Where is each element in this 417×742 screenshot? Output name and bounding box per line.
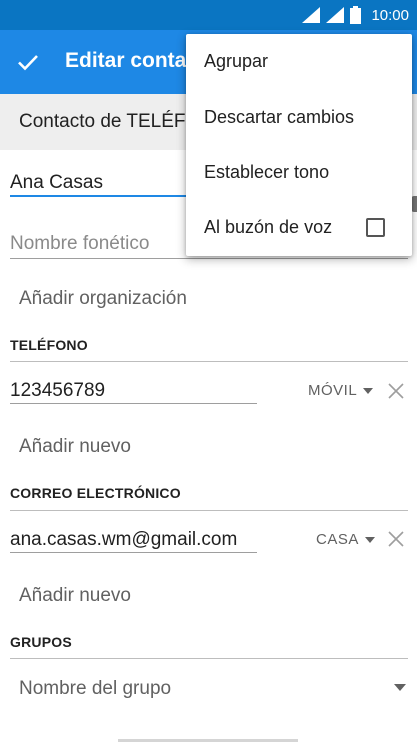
phone-number-field[interactable]: 123456789 [10,380,105,402]
menu-item-label: Establecer tono [204,162,330,182]
add-email-button[interactable]: Añadir nuevo [19,585,131,607]
menu-item-set-ringtone[interactable]: Establecer tono [186,145,412,201]
email-type-label: CASA [316,531,359,548]
email-section-divider [10,510,408,511]
status-time: 10:00 [371,6,409,24]
groups-section-divider [10,658,408,659]
signal-icon [326,7,345,23]
menu-item-label: Al buzón de voz [204,217,333,237]
chevron-down-icon [394,684,406,691]
add-organization-button[interactable]: Añadir organización [19,288,187,310]
phonetic-name-underline [10,258,408,259]
group-name-select[interactable]: Nombre del grupo [19,678,171,700]
phone-type-select[interactable]: MÓVIL [308,382,374,399]
status-icons: 10:00 [302,5,409,25]
add-phone-button[interactable]: Añadir nuevo [19,436,131,458]
phonetic-name-field[interactable]: Nombre fonético [10,233,149,255]
chevron-down-icon [363,387,374,394]
voicemail-checkbox[interactable] [366,218,385,237]
phone-type-label: MÓVIL [308,382,358,399]
menu-item-label: Descartar cambios [204,107,355,127]
signal-icon [302,7,321,23]
close-icon[interactable] [387,530,405,548]
close-icon[interactable] [387,382,405,400]
check-icon[interactable] [16,50,40,74]
menu-item-discard-changes[interactable]: Descartar cambios [186,90,412,146]
overflow-menu: Agrupar Descartar cambios Establecer ton… [186,34,412,256]
chevron-down-icon [364,536,375,543]
email-type-select[interactable]: CASA [316,531,375,548]
phone-section-divider [10,361,408,362]
email-section-header: CORREO ELECTRÓNICO [10,485,181,501]
menu-item-label: Agrupar [204,51,269,71]
name-field[interactable]: Ana Casas [10,172,103,194]
phone-number-underline [10,403,257,404]
groups-section-header: GRUPOS [10,634,72,650]
status-bar: 10:00 [0,0,417,30]
email-underline [10,552,257,553]
menu-item-agrupar[interactable]: Agrupar [186,34,412,90]
battery-icon [350,6,362,24]
email-field[interactable]: ana.casas.wm@gmail.com [10,529,237,551]
menu-item-voicemail[interactable]: Al buzón de voz [186,200,412,256]
phone-section-header: TELÉFONO [10,337,88,353]
